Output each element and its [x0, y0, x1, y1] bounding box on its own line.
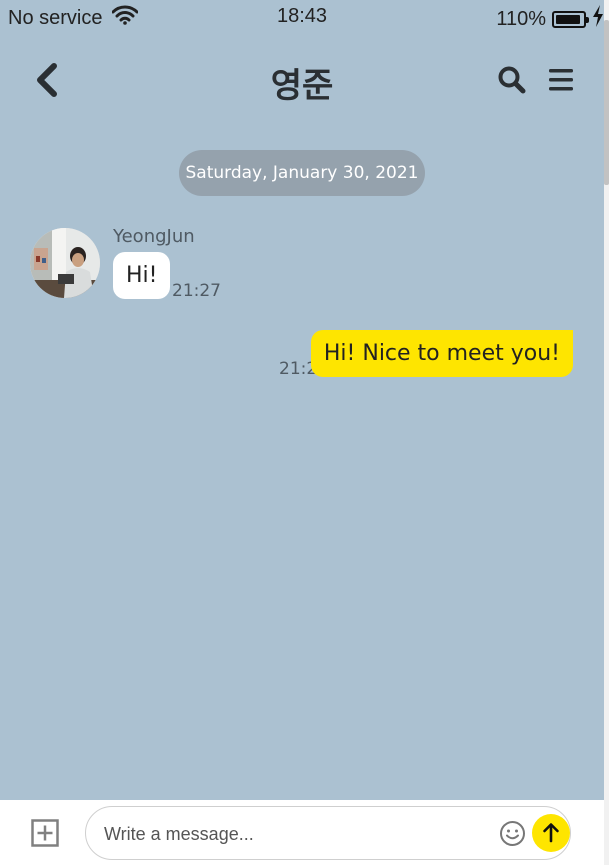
search-icon — [498, 66, 526, 94]
avatar[interactable] — [30, 228, 100, 298]
message-input[interactable] — [102, 817, 486, 851]
hamburger-menu-icon — [549, 69, 573, 91]
status-left: No service — [8, 5, 139, 31]
wifi-icon — [111, 5, 139, 31]
lightning-icon — [592, 5, 604, 33]
back-button[interactable] — [28, 60, 68, 100]
chat-screen: No service 18:43 110% 영준 Saturday, Janua… — [0, 0, 604, 865]
outgoing-message-bubble[interactable]: Hi! Nice to meet you! — [310, 330, 573, 377]
add-attachment-button[interactable] — [31, 819, 59, 847]
status-right: 110% — [496, 5, 604, 33]
smiley-icon — [500, 821, 525, 846]
chevron-left-icon — [37, 63, 57, 97]
scrollbar[interactable] — [604, 0, 609, 865]
profile-photo — [30, 228, 100, 298]
message-time: 21:27 — [172, 281, 221, 301]
status-bar: No service 18:43 110% — [0, 0, 604, 32]
search-button[interactable] — [496, 64, 528, 96]
sender-name: YeongJun — [113, 226, 195, 247]
arrow-up-icon — [543, 823, 559, 843]
date-divider: Saturday, January 30, 2021 — [179, 150, 425, 196]
battery-percent: 110% — [496, 7, 546, 30]
menu-button[interactable] — [546, 64, 578, 96]
plus-square-icon — [31, 819, 59, 847]
message-field — [85, 806, 571, 860]
battery-icon — [552, 10, 589, 28]
emoji-button[interactable] — [499, 820, 526, 847]
scrollbar-thumb[interactable] — [604, 20, 609, 185]
chat-header: 영준 — [0, 52, 604, 108]
send-button[interactable] — [532, 814, 570, 852]
incoming-message-bubble[interactable]: Hi! — [113, 252, 171, 299]
message-input-bar — [0, 800, 604, 865]
carrier-label: No service — [8, 6, 103, 29]
